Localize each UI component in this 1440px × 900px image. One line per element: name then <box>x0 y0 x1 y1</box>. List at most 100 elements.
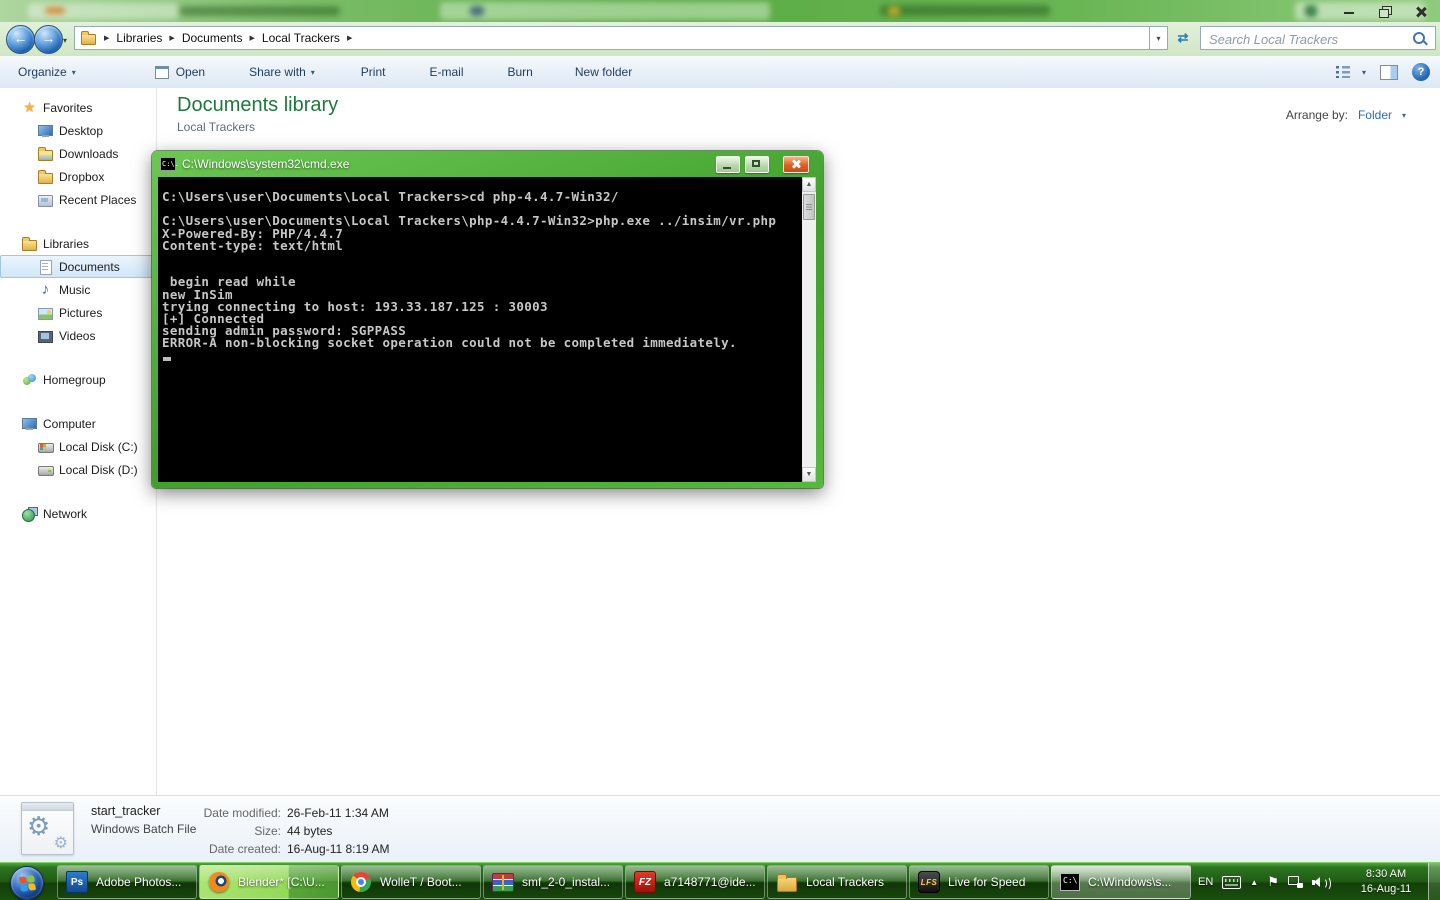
change-view-button[interactable]: ▾ <box>1335 66 1366 78</box>
address-dropdown-icon[interactable]: ▾ <box>1150 26 1168 50</box>
details-field-label: Date modified: <box>203 806 281 820</box>
toolbar-item-label: New folder <box>574 65 633 79</box>
arrange-by-dropdown[interactable]: Folder ▾ <box>1358 108 1406 122</box>
sidebar-section-libraries[interactable]: Libraries <box>0 232 153 255</box>
sidebar-item-documents[interactable]: Documents <box>0 255 153 278</box>
toolbar-item-open[interactable]: Open <box>144 60 215 84</box>
breadcrumb-item-documents[interactable]: Documents <box>182 31 243 45</box>
close-icon[interactable] <box>1410 3 1432 19</box>
breadcrumb-item-libraries[interactable]: Libraries <box>116 31 162 45</box>
preview-pane-icon[interactable] <box>1380 64 1398 80</box>
sidebar-item-label: Desktop <box>59 123 104 138</box>
help-icon[interactable]: ? <box>1412 63 1430 81</box>
minimize-button[interactable] <box>1338 3 1360 19</box>
background-tab[interactable] <box>440 2 770 20</box>
scroll-down-icon[interactable]: ▼ <box>802 467 816 482</box>
scroll-up-icon[interactable]: ▲ <box>802 177 816 192</box>
taskbar-button-adobe-photos[interactable]: Ps Adobe Photos... <box>57 865 197 899</box>
toolbar-item-burn[interactable]: Burn <box>498 60 543 84</box>
cmd-icon: C:\. <box>160 157 179 171</box>
toolbar-item-label: E-mail <box>429 65 464 79</box>
folder-icon <box>776 871 798 893</box>
taskbar-button-local-trackers[interactable]: Local Trackers <box>767 865 907 899</box>
details-field: Date created: 16-Aug-11 8:19 AM <box>195 840 390 858</box>
taskbar-button-a7148771-ide[interactable]: FZ a7148771@ide... <box>625 865 765 899</box>
breadcrumb-separator-icon: ▶ <box>169 35 175 42</box>
sidebar-item-pictures[interactable]: Pictures <box>0 301 153 324</box>
cmd-icon: C:\ <box>1060 873 1080 891</box>
breadcrumb-item-local-trackers[interactable]: Local Trackers <box>262 31 340 45</box>
background-tab-favicon <box>470 6 484 16</box>
disk-c-icon <box>37 439 54 455</box>
batch-file-icon: ⚙ ⚙ <box>21 802 74 855</box>
show-desktop-button[interactable] <box>1428 863 1440 900</box>
address-folder-icon <box>80 30 97 46</box>
chevron-down-icon: ▾ <box>310 67 315 77</box>
sidebar-item-dropbox[interactable]: Dropbox <box>0 165 153 188</box>
cmd-close-icon[interactable] <box>783 156 809 173</box>
network-tray-icon[interactable] <box>1287 876 1303 888</box>
cmd-minimize-button[interactable] <box>716 156 740 173</box>
back-button[interactable]: ← <box>6 25 35 54</box>
breadcrumb[interactable]: ▶ Libraries ▶ Documents ▶ Local Trackers ▶ <box>74 26 1150 50</box>
sidebar-section-label: Favorites <box>43 100 93 115</box>
scrollbar-thumb[interactable] <box>803 194 815 220</box>
breadcrumb-separator-icon: ▶ <box>104 35 110 42</box>
keyboard-icon[interactable] <box>1222 875 1242 889</box>
refresh-icon[interactable]: ⇄ <box>1172 28 1194 48</box>
forward-button[interactable]: → <box>34 25 63 54</box>
search-input[interactable] <box>1207 29 1406 49</box>
sidebar-item-videos[interactable]: Videos <box>0 324 153 347</box>
sidebar-item-downloads[interactable]: Downloads <box>0 142 153 165</box>
recent-pages-dropdown-icon[interactable]: ▾ <box>63 36 67 45</box>
background-tab-favicon <box>45 7 65 14</box>
open-file-icon <box>154 65 170 79</box>
sidebar-section-computer[interactable]: Computer <box>0 412 153 435</box>
sidebar-item-desktop[interactable]: Desktop <box>0 119 153 142</box>
taskbar-button-label: WolleT / Boot... <box>380 875 462 889</box>
taskbar-button-smf-2-0-instal[interactable]: smf_2-0_instal... <box>483 865 623 899</box>
toolbar-item-new-folder[interactable]: New folder <box>565 60 642 84</box>
toolbar-item-organize[interactable]: Organize ▾ <box>8 60 86 84</box>
sidebar-section-favorites[interactable]: ★ Favorites <box>0 96 153 119</box>
toolbar-item-label: Burn <box>507 65 533 79</box>
recent-places-icon <box>37 192 54 208</box>
console[interactable]: C:\Users\user\Documents\Local Trackers>c… <box>158 177 816 482</box>
clock-time: 8:30 AM <box>1365 868 1407 880</box>
pictures-icon <box>37 305 54 321</box>
restore-button[interactable] <box>1374 3 1396 19</box>
console-scrollbar[interactable]: ▲ ▼ <box>802 177 816 482</box>
homegroup-icon <box>21 372 38 388</box>
chrome-icon <box>350 871 372 893</box>
taskbar-button-wollet-boot[interactable]: WolleT / Boot... <box>341 865 481 899</box>
background-tab[interactable] <box>880 5 1050 16</box>
libraries-icon <box>21 236 38 252</box>
sidebar-section-network[interactable]: Network <box>0 502 153 525</box>
sidebar-item-local-disk-c[interactable]: Local Disk (C:) <box>0 435 153 458</box>
action-center-flag-icon[interactable]: ⚑ <box>1267 874 1279 890</box>
cmd-maximize-button[interactable] <box>745 156 769 173</box>
breadcrumb-separator-icon: ▶ <box>346 35 353 42</box>
toolbar-item-e-mail[interactable]: E-mail <box>419 60 473 84</box>
background-tab[interactable] <box>180 6 340 16</box>
sidebar-item-local-disk-d[interactable]: Local Disk (D:) <box>0 458 153 481</box>
toolbar-item-print[interactable]: Print <box>351 60 396 84</box>
views-icon <box>1335 66 1351 78</box>
taskbar-button-blender-c-u[interactable]: Blender* [C:\U... <box>199 865 339 899</box>
start-button[interactable] <box>10 866 44 900</box>
language-indicator[interactable]: EN <box>1198 876 1213 888</box>
sidebar-item-recent-places[interactable]: Recent Places <box>0 188 153 211</box>
cmd-window: C:\. C:\Windows\system32\cmd.exe C:\User… <box>152 151 823 488</box>
blender-icon <box>208 871 230 893</box>
taskbar-button-c-windows-s[interactable]: C:\ C:\Windows\s... <box>1051 865 1191 899</box>
toolbar-item-share-with[interactable]: Share with ▾ <box>239 60 325 84</box>
filezilla-icon: FZ <box>634 871 656 893</box>
music-icon: ♪ <box>41 281 50 298</box>
sidebar-section-homegroup[interactable]: Homegroup <box>0 368 153 391</box>
details-field-label: Size: <box>254 824 281 838</box>
volume-icon[interactable] <box>1311 875 1331 891</box>
taskbar-clock[interactable]: 8:30 AM 16-Aug-11 <box>1345 867 1427 897</box>
sidebar-item-music[interactable]: ♪ Music <box>0 278 153 301</box>
taskbar-button-live-for-speed[interactable]: LFS Live for Speed <box>909 865 1049 899</box>
show-hidden-icons-icon[interactable]: ▲ <box>1250 878 1258 887</box>
